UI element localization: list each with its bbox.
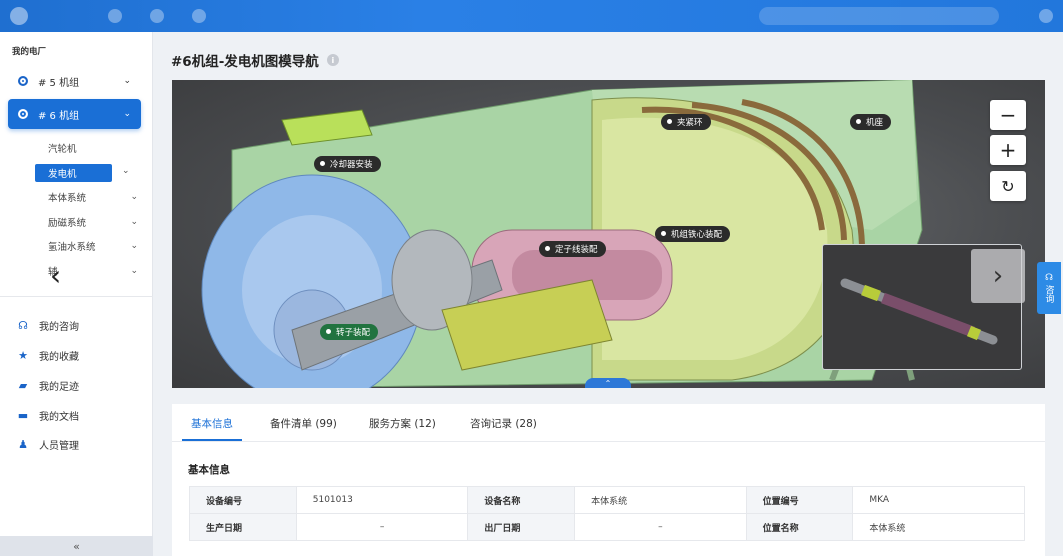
chevron-down-icon[interactable]: ⌄ [122,166,130,176]
bell-icon [192,9,206,23]
avatar [1039,9,1053,23]
chevron-down-icon: ⌄ [130,192,138,202]
table-row: 生产日期 – 出厂日期 – 位置名称 本体系统 [189,513,1025,541]
hotspot-frame[interactable]: 机座 [850,114,892,130]
sub-label: 发电机 [48,169,77,180]
table-row: 设备编号 5101013 设备名称 本体系统 位置编号 MKA [189,486,1025,514]
topbar-item-2[interactable] [150,9,164,23]
carousel-next-button[interactable]: › [971,249,1025,303]
nav-label: 我的足迹 [39,382,79,393]
hotspot-clamping-ring[interactable]: 夹紧环 [661,114,711,130]
collapse-sidebar-button[interactable]: « [0,536,153,556]
sidebar-sub-hydrogen-oil-water[interactable]: 氢油水系统 ⌄ [35,237,140,255]
field-value: – [295,513,469,541]
footprint-icon: ▰ [18,379,28,392]
field-label: 设备编号 [189,486,297,514]
nav-my-favorites[interactable]: ★ 我的收藏 [17,348,79,363]
section-title: 基本信息 [188,464,230,476]
unit-icon [18,76,28,86]
chevron-down-icon: ⌄ [123,109,131,119]
field-value: – [574,513,747,541]
tab-basic-info[interactable]: 基本信息 [191,416,233,431]
detail-panel: 基本信息 备件清单 (99) 服务方案 (12) 咨询记录 (28) 基本信息 … [172,404,1045,556]
basic-info-table: 设备编号 5101013 设备名称 本体系统 位置编号 MKA 生产日期 – 出… [189,486,1025,541]
sidebar: 我的电厂 # 5 机组 ⌄ # 6 机组 ⌄ 汽轮机 发电机 ⌄ 本体系统 ⌄ 励… [0,32,153,556]
sidebar-sub-body-system[interactable]: 本体系统 ⌄ [35,188,140,206]
field-label: 生产日期 [189,513,297,541]
nav-my-documents[interactable]: ▬ 我的文档 [17,408,79,423]
sidebar-sub-generator[interactable]: 发电机 [35,164,112,182]
sidebar-unit-5[interactable]: # 5 机组 ⌄ [8,66,141,96]
sub-label: 本体系统 [48,193,87,204]
expand-up-button[interactable]: ⌃ [585,378,631,388]
page-title: #6机组-发电机图模导航 i [171,50,339,70]
sidebar-divider [0,296,153,297]
chevron-down-icon: ⌄ [130,241,138,251]
consult-float-button[interactable]: ☊ 咨询 [1037,262,1061,314]
headset-icon: ☊ [18,319,28,332]
hotspot-cooler-install[interactable]: 冷却器安装 [314,156,381,172]
field-label: 设备名称 [467,486,576,514]
tab-spare-parts[interactable]: 备件清单 (99) [270,416,337,431]
top-bar [0,0,1063,32]
nav-people-management[interactable]: ♟ 人员管理 [17,437,79,452]
sub-label: 汽轮机 [48,144,77,155]
folder-icon: ▬ [17,409,29,422]
nav-label: 我的咨询 [39,322,79,333]
nav-my-consultation[interactable]: ☊ 我的咨询 [17,318,79,333]
field-label: 位置编号 [745,486,854,514]
zoom-out-button[interactable]: − [990,100,1026,130]
unit-label: # 5 机组 [38,77,80,89]
sidebar-unit-6[interactable]: # 6 机组 ⌄ [8,99,141,129]
logo-icon [10,7,28,25]
field-value: MKA [852,486,1025,514]
sidebar-sub-excitation[interactable]: 励磁系统 ⌄ [35,213,140,231]
nav-label: 我的文档 [39,412,79,423]
chevron-down-icon: ⌄ [123,76,131,86]
field-value: 5101013 [295,486,469,514]
unit-icon [18,109,28,119]
chevron-down-icon: ⌄ [130,217,138,227]
nav-label: 人员管理 [39,441,79,452]
zoom-in-button[interactable]: + [990,135,1026,165]
hotspot-rotor-assembly[interactable]: 转子装配 [320,324,379,340]
nav-label: 我的收藏 [39,352,79,363]
main-content: #6机组-发电机图模导航 i − + ↻ 夹紧环 机座 冷却器安装 机组铁心装配… [153,32,1063,556]
home-icon [108,9,122,23]
nav-my-footprints[interactable]: ▰ 我的足迹 [17,378,79,393]
app-logo[interactable] [10,7,80,25]
sub-label: 励磁系统 [48,218,87,229]
chevron-down-icon: ⌄ [130,266,138,276]
person-icon: ♟ [18,438,28,451]
carousel-prev-button[interactable]: ‹ [50,262,72,292]
hotspot-stator-winding[interactable]: 定子线装配 [539,241,606,257]
field-value: 本体系统 [574,486,747,514]
consult-float-label: 咨询 [1043,285,1054,303]
topbar-item-1[interactable] [108,9,122,23]
user-menu[interactable] [1039,9,1053,23]
sidebar-sub-turbine[interactable]: 汽轮机 [35,139,140,157]
info-icon[interactable]: i [326,54,339,66]
tab-bar: 基本信息 备件清单 (99) 服务方案 (12) 咨询记录 (28) [172,404,1045,442]
star-icon: ★ [18,349,28,362]
reset-view-button[interactable]: ↻ [990,171,1026,201]
headset-icon: ☊ [1045,273,1053,283]
grid-icon [150,9,164,23]
topbar-item-3[interactable] [192,9,206,23]
sub-label: 氢油水系统 [48,242,96,253]
active-tab-indicator [182,439,242,441]
field-label: 出厂日期 [467,513,576,541]
page-title-text: #6机组-发电机图模导航 [171,54,319,70]
sidebar-title: 我的电厂 [12,47,47,57]
tab-consult-records[interactable]: 咨询记录 (28) [470,416,537,431]
field-label: 位置名称 [745,513,854,541]
unit-label: # 6 机组 [38,110,80,122]
model-viewer[interactable]: − + ↻ 夹紧环 机座 冷却器安装 机组铁心装配 定子线装配 转子装配 › ⌃ [172,80,1045,388]
tab-service-plans[interactable]: 服务方案 (12) [369,416,436,431]
field-value: 本体系统 [852,513,1025,541]
search-input[interactable] [759,7,999,25]
hotspot-core-assembly[interactable]: 机组铁心装配 [655,226,731,242]
